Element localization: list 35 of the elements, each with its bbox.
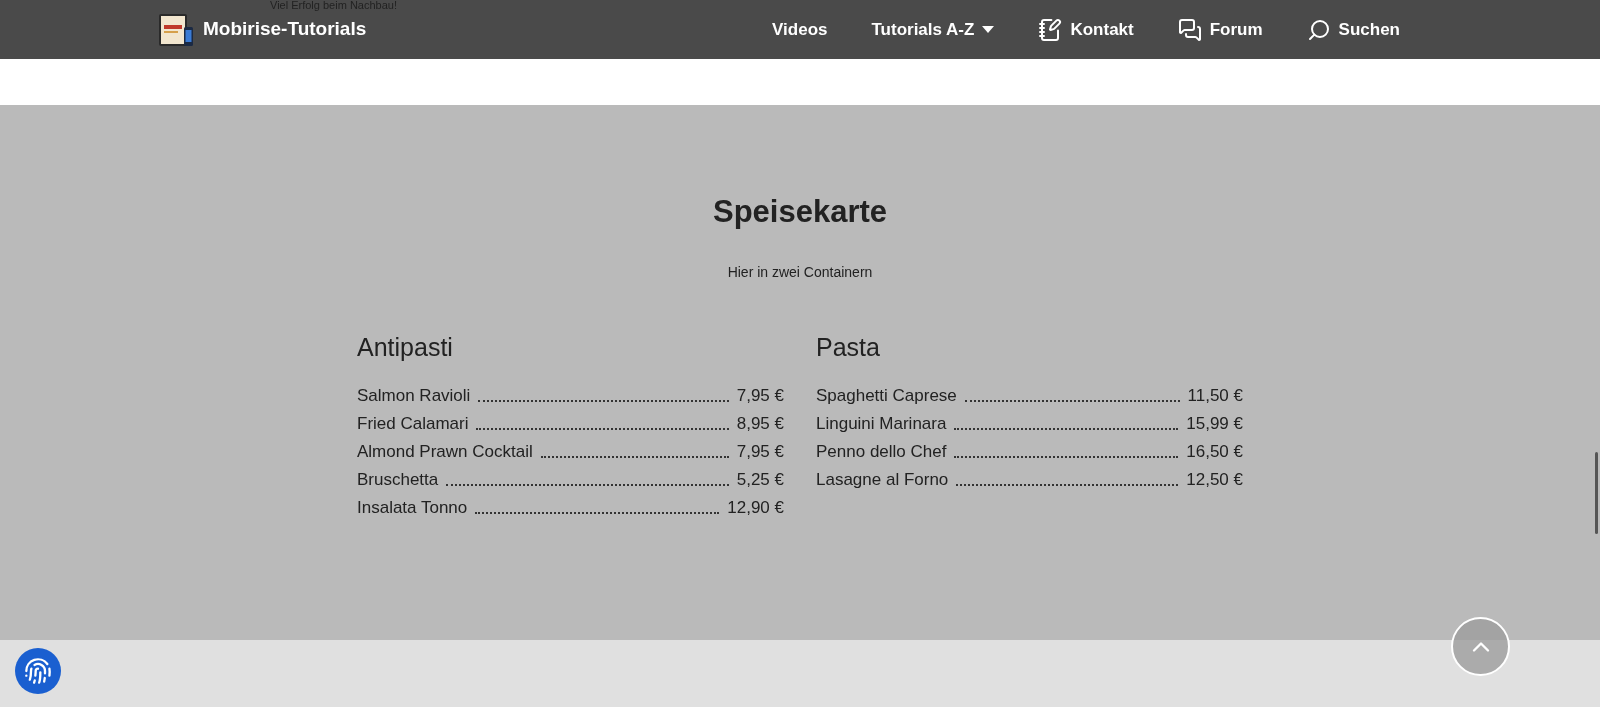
dish-name: Fried Calamari — [357, 412, 469, 435]
dish-price: 8,95 € — [736, 412, 784, 435]
fingerprint-icon — [24, 657, 52, 685]
dish-price: 5,25 € — [736, 468, 784, 491]
nav-link[interactable]: Suchen — [1306, 16, 1400, 43]
menu-subtitle: Hier in zwei Containern — [727, 262, 873, 282]
caret-icon — [982, 26, 995, 33]
dish-name: Linguini Marinara — [816, 412, 947, 435]
dish-name: Spaghetti Caprese — [816, 384, 957, 407]
dish-name: Insalata Tonno — [357, 496, 468, 519]
dish-price: 7,95 € — [736, 384, 784, 407]
section-heading: Antipasti — [357, 331, 454, 363]
nav-link[interactable]: Forum — [1177, 16, 1263, 43]
brand-link[interactable]: Mobirise-Tutorials — [203, 15, 367, 44]
dish-price: 12,50 € — [1186, 468, 1243, 491]
dish-price: 12,90 € — [727, 496, 784, 519]
nav-link[interactable]: Tutorials A-Z — [871, 16, 995, 43]
dish-price: 7,95 € — [736, 440, 784, 463]
fingerprint-button[interactable] — [15, 648, 61, 694]
dish-price: 15,99 € — [1186, 412, 1243, 435]
scrollbar-thumb[interactable] — [1595, 452, 1598, 534]
notepad-pen-icon — [1038, 17, 1063, 42]
dish-name: Penno dello Chef — [816, 440, 947, 463]
section-heading: Pasta — [816, 331, 881, 363]
dish-price: 16,50 € — [1186, 440, 1243, 463]
dish-name: Salmon Ravioli — [357, 384, 471, 407]
menu-title: Speisekarte — [712, 193, 888, 231]
nav-link[interactable]: Kontakt — [1038, 16, 1134, 43]
nav-link[interactable]: Videos — [772, 16, 828, 43]
dish-name: Bruschetta — [357, 468, 439, 491]
dish-price: 11,50 € — [1187, 384, 1243, 407]
dish-name: Almond Prawn Cocktail — [357, 440, 533, 463]
search-icon — [1306, 17, 1331, 42]
chat-bubbles-icon — [1177, 17, 1202, 42]
dish-name: Lasagne al Forno — [816, 468, 949, 491]
